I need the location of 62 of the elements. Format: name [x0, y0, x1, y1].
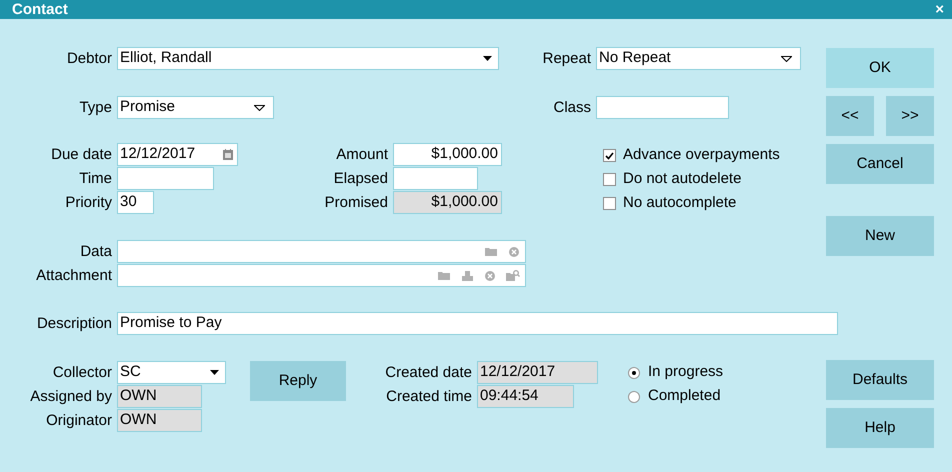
folder-icon[interactable] — [438, 271, 450, 280]
checkbox[interactable] — [603, 173, 616, 186]
field-label: Type — [79, 98, 112, 118]
input-field[interactable] — [393, 167, 478, 190]
dialog-button[interactable]: << — [826, 96, 874, 136]
field-label: Assigned by — [30, 387, 112, 407]
field-label: Originator — [46, 411, 112, 431]
dialog-button[interactable]: OK — [826, 48, 934, 88]
field-label: Debtor — [66, 49, 112, 69]
dialog-button[interactable]: Reply — [250, 361, 346, 401]
folder-search-icon[interactable] — [506, 270, 520, 281]
field-label: Description — [36, 314, 112, 334]
input-field[interactable] — [117, 167, 214, 190]
input-field[interactable]: $1,000.00 — [393, 143, 502, 166]
field-label: Amount — [336, 145, 388, 165]
dropdown-arrow-icon[interactable] — [254, 104, 265, 110]
close-button[interactable]: × — [935, 0, 944, 19]
field-label: Promised — [324, 193, 388, 213]
radio-label: Completed — [648, 386, 721, 406]
field-label: Data — [80, 242, 112, 262]
radio-button[interactable] — [628, 390, 640, 402]
dialog-button[interactable]: Help — [826, 408, 934, 448]
checkbox-label: Advance overpayments — [623, 145, 780, 166]
checkbox-label: No autocomplete — [623, 193, 736, 214]
input-field[interactable] — [596, 96, 729, 119]
input-field[interactable]: No Repeat — [596, 47, 801, 70]
input-field[interactable]: Promise — [117, 96, 274, 119]
dialog-button[interactable]: >> — [886, 96, 934, 136]
field-label: Due date — [51, 145, 112, 165]
field-label: Created time — [386, 387, 472, 407]
dropdown-arrow-icon[interactable] — [781, 56, 792, 62]
input-field[interactable] — [117, 240, 526, 263]
checkbox[interactable] — [603, 197, 616, 210]
field-label: Created date — [385, 363, 472, 383]
input-field[interactable] — [117, 264, 526, 287]
input-field[interactable]: Promise to Pay — [117, 312, 838, 335]
input-field[interactable]: Elliot, Randall — [117, 47, 499, 70]
field-label: Repeat — [542, 49, 591, 69]
radio-label: In progress — [648, 362, 724, 382]
radio-button[interactable] — [628, 366, 640, 378]
printer-icon[interactable] — [462, 270, 473, 280]
folder-icon[interactable] — [485, 247, 497, 256]
input-field[interactable]: SC — [117, 361, 226, 384]
dropdown-arrow-icon[interactable] — [210, 370, 219, 375]
input-field[interactable]: 12/12/2017 — [117, 143, 238, 166]
field-label: Collector — [52, 363, 112, 383]
input-field[interactable]: 30 — [117, 191, 154, 214]
checkbox-label: Do not autodelete — [623, 169, 742, 190]
dialog-button[interactable]: New — [826, 216, 934, 256]
clear-icon[interactable] — [509, 246, 519, 256]
window-title: Contact — [12, 0, 68, 19]
field-label: Time — [79, 169, 112, 189]
checkbox[interactable] — [603, 149, 616, 162]
field-label: Elapsed — [334, 169, 388, 189]
field-label: Priority — [65, 193, 112, 213]
dialog-button[interactable]: Defaults — [826, 360, 934, 400]
field-label: Attachment — [36, 266, 112, 286]
field-label: Class — [553, 98, 591, 118]
dialog-button[interactable]: Cancel — [826, 144, 934, 184]
dropdown-arrow-icon[interactable] — [483, 56, 492, 61]
calendar-icon[interactable] — [223, 149, 233, 160]
clear-icon[interactable] — [485, 270, 495, 280]
